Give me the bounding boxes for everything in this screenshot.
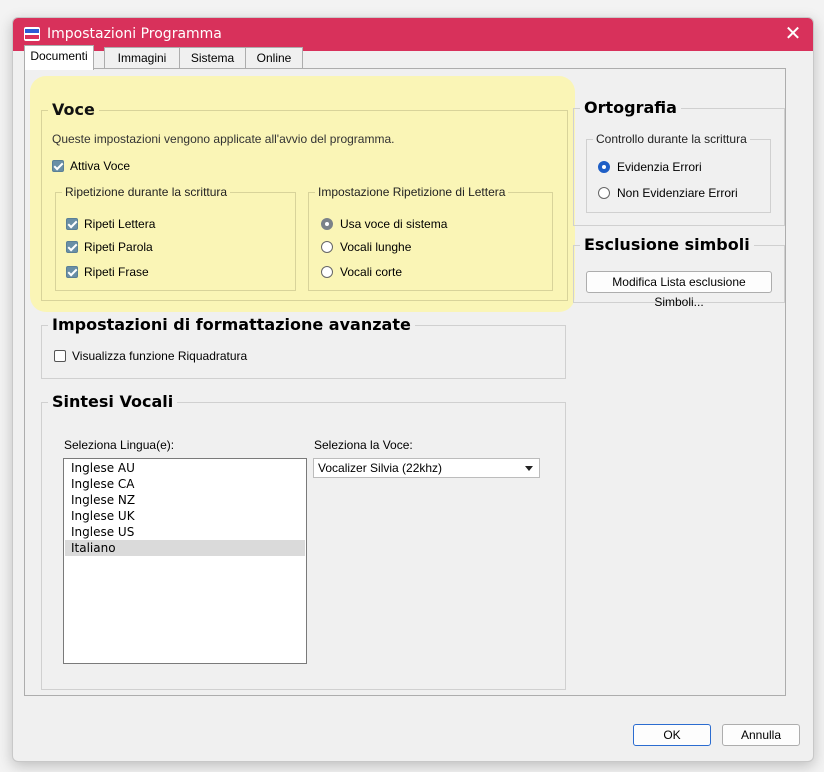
voce-title: Voce [48, 100, 99, 119]
window-title: Impostazioni Programma [47, 26, 222, 42]
seleziona-voce-label: Seleziona la Voce: [314, 438, 413, 452]
voce-select[interactable]: Vocalizer Silvia (22khz) [313, 458, 540, 478]
voce-description: Queste impostazioni vengono applicate al… [52, 132, 395, 146]
tab-sistema[interactable]: Sistema [179, 47, 246, 68]
seleziona-lingua-label: Seleziona Lingua(e): [64, 438, 175, 452]
riquadratura-checkbox[interactable] [54, 350, 66, 362]
evidenzia-errori-radio[interactable] [598, 161, 610, 173]
list-item[interactable]: Inglese CA [65, 476, 305, 492]
formattazione-title: Impostazioni di formattazione avanzate [48, 315, 415, 334]
impostazione-ripetizione-title: Impostazione Ripetizione di Lettera [315, 185, 509, 199]
tab-online[interactable]: Online [245, 47, 303, 68]
vocali-lunghe-label: Vocali lunghe [340, 240, 412, 254]
ripeti-lettera-label: Ripeti Lettera [84, 217, 156, 231]
ripetizione-title: Ripetizione durante la scrittura [62, 185, 231, 199]
non-evidenziare-errori-radio[interactable] [598, 187, 610, 199]
tab-immagini[interactable]: Immagini [104, 47, 180, 68]
app-icon [24, 27, 40, 41]
controllo-scrittura-group: Controllo durante la scrittura [586, 132, 771, 213]
usa-voce-sistema-label: Usa voce di sistema [340, 217, 448, 231]
vocali-corte-label: Vocali corte [340, 265, 403, 279]
non-evidenziare-errori-label: Non Evidenziare Errori [617, 186, 738, 200]
modifica-lista-button[interactable]: Modifica Lista esclusione Simboli... [586, 271, 772, 309]
ortografia-title: Ortografia [580, 98, 681, 117]
ripeti-lettera-checkbox[interactable] [66, 218, 78, 230]
riquadratura-label: Visualizza funzione Riquadratura [72, 349, 248, 363]
usa-voce-sistema-radio[interactable] [321, 218, 333, 230]
sintesi-vocali-title: Sintesi Vocali [48, 392, 178, 411]
tab-documenti[interactable]: Documenti [24, 45, 94, 70]
vocali-corte-radio[interactable] [321, 266, 333, 278]
esclusione-simboli-title: Esclusione simboli [580, 235, 754, 254]
annulla-button[interactable]: Annulla [722, 724, 800, 746]
evidenzia-errori-label: Evidenzia Errori [617, 160, 702, 174]
vocali-lunghe-radio[interactable] [321, 241, 333, 253]
attiva-voce-checkbox[interactable] [52, 160, 64, 172]
lingua-listbox[interactable]: Inglese AU Inglese CA Inglese NZ Inglese… [63, 458, 307, 664]
list-item[interactable]: Inglese UK [65, 508, 305, 524]
list-item-selected[interactable]: Italiano [65, 540, 305, 556]
ripeti-parola-label: Ripeti Parola [84, 240, 153, 254]
close-icon[interactable]: ✕ [781, 22, 805, 46]
ripeti-frase-label: Ripeti Frase [84, 265, 149, 279]
list-item[interactable]: Inglese NZ [65, 492, 305, 508]
ripeti-parola-checkbox[interactable] [66, 241, 78, 253]
ok-button[interactable]: OK [633, 724, 711, 746]
list-item[interactable]: Inglese AU [65, 460, 305, 476]
ripeti-frase-checkbox[interactable] [66, 266, 78, 278]
attiva-voce-label: Attiva Voce [70, 159, 131, 173]
voce-select-value: Vocalizer Silvia (22khz) [318, 461, 443, 475]
list-item[interactable]: Inglese US [65, 524, 305, 540]
controllo-scrittura-title: Controllo durante la scrittura [593, 132, 750, 146]
chevron-down-icon [525, 466, 533, 471]
